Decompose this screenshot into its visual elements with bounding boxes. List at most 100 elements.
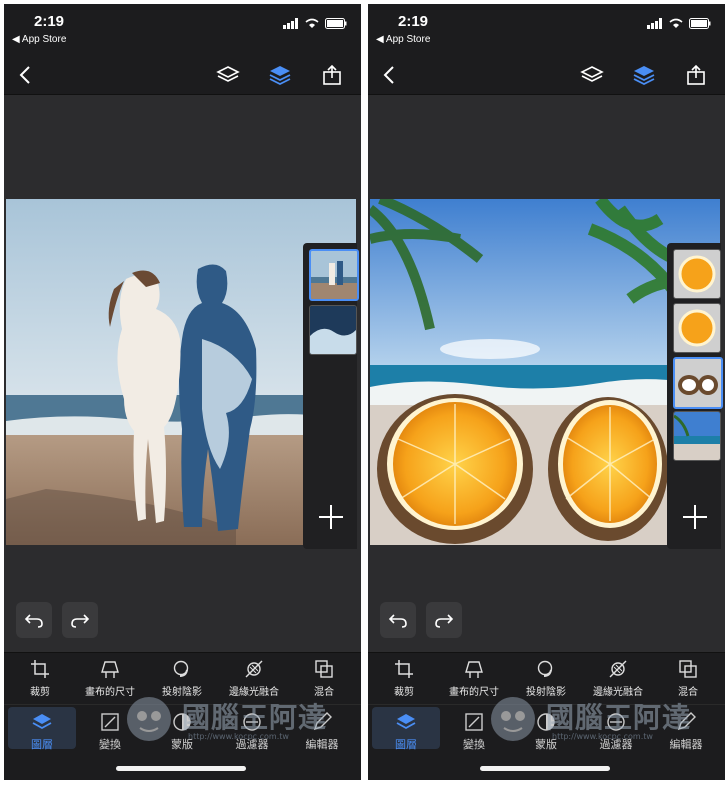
back-chevron-icon[interactable] bbox=[376, 62, 402, 88]
tool-canvas-size-label: 畫布的尺寸 bbox=[449, 687, 499, 698]
tab-mask-label: 蒙版 bbox=[535, 739, 557, 751]
tab-mask-label: 蒙版 bbox=[171, 739, 193, 751]
tab-editor[interactable]: 編輯器 bbox=[292, 711, 352, 752]
layer-thumb-coconut[interactable] bbox=[673, 357, 723, 409]
phone-screen-left: 2:19 ◀ App Store 裁剪 畫布的尺寸 投射陰影 邊緣光融合 混合 … bbox=[4, 4, 361, 780]
back-to-app-store-link[interactable]: ◀ App Store bbox=[376, 34, 430, 45]
drop-shadow-icon bbox=[173, 660, 189, 677]
nav-bar bbox=[4, 56, 361, 95]
tab-transform[interactable]: 變換 bbox=[80, 711, 140, 752]
tool-blend[interactable]: 混合 bbox=[288, 659, 360, 698]
tool-canvas-size[interactable]: 畫布的尺寸 bbox=[74, 659, 146, 698]
tab-editor-label: 編輯器 bbox=[305, 739, 339, 751]
tab-filter[interactable]: 過濾器 bbox=[586, 711, 646, 752]
canvas-size-icon bbox=[465, 661, 483, 678]
edge-blend-icon bbox=[609, 660, 627, 678]
tool-crop-label: 裁剪 bbox=[394, 687, 414, 698]
tool-drop-shadow-label: 投射陰影 bbox=[526, 687, 566, 698]
system-icons bbox=[647, 18, 711, 29]
layers-icon bbox=[32, 714, 52, 730]
edit-toolbar: 裁剪 畫布的尺寸 投射陰影 邊緣光融合 混合 bbox=[368, 652, 725, 705]
layer-thumb-couple[interactable] bbox=[309, 249, 359, 301]
redo-icon bbox=[435, 614, 454, 628]
nav-bar bbox=[368, 56, 725, 95]
tab-layers-label: 圖層 bbox=[31, 739, 53, 751]
tab-filter-label: 過濾器 bbox=[599, 739, 633, 751]
tool-drop-shadow[interactable]: 投射陰影 bbox=[146, 659, 218, 698]
home-indicator[interactable] bbox=[480, 766, 610, 771]
add-layer-plus-icon[interactable] bbox=[313, 499, 349, 535]
undo-icon bbox=[24, 614, 43, 628]
mask-icon bbox=[173, 713, 191, 731]
tab-editor-label: 編輯器 bbox=[669, 739, 703, 751]
wifi-icon bbox=[669, 18, 683, 28]
tab-layers[interactable]: 圖層 bbox=[12, 711, 72, 752]
add-layer-plus-icon[interactable] bbox=[677, 499, 713, 535]
layer-thumb-beach[interactable] bbox=[673, 411, 721, 461]
edit-toolbar: 裁剪 畫布的尺寸 投射陰影 邊緣光融合 混合 bbox=[4, 652, 361, 705]
layers-panel-icon[interactable] bbox=[267, 62, 293, 88]
tool-blend-label: 混合 bbox=[314, 687, 334, 698]
back-to-app-store-link[interactable]: ◀ App Store bbox=[12, 34, 66, 45]
share-icon[interactable] bbox=[683, 62, 709, 88]
battery-icon bbox=[689, 18, 711, 29]
tab-layers-label: 圖層 bbox=[395, 739, 417, 751]
canvas-area[interactable] bbox=[4, 95, 361, 565]
tool-edge-blend-label: 邊緣光融合 bbox=[593, 687, 643, 698]
tool-canvas-size-label: 畫布的尺寸 bbox=[85, 687, 135, 698]
tool-crop[interactable]: 裁剪 bbox=[368, 659, 440, 698]
undo-button[interactable] bbox=[16, 602, 52, 638]
tool-drop-shadow[interactable]: 投射陰影 bbox=[510, 659, 582, 698]
layer-thumb-orange-1[interactable] bbox=[673, 249, 721, 299]
layers-panel-icon[interactable] bbox=[631, 62, 657, 88]
editor-icon bbox=[677, 712, 696, 731]
filter-icon bbox=[607, 713, 625, 731]
tool-edge-blend-label: 邊緣光融合 bbox=[229, 687, 279, 698]
layers-stack-icon[interactable] bbox=[215, 62, 241, 88]
tool-edge-blend[interactable]: 邊緣光融合 bbox=[582, 659, 654, 698]
blend-icon bbox=[679, 660, 697, 678]
tool-blend[interactable]: 混合 bbox=[652, 659, 724, 698]
crop-icon bbox=[31, 660, 49, 678]
tool-edge-blend[interactable]: 邊緣光融合 bbox=[218, 659, 290, 698]
signal-icon bbox=[283, 18, 298, 29]
tool-crop[interactable]: 裁剪 bbox=[4, 659, 76, 698]
tab-mask[interactable]: 蒙版 bbox=[152, 711, 212, 752]
redo-button[interactable] bbox=[426, 602, 462, 638]
wifi-icon bbox=[305, 18, 319, 28]
share-icon[interactable] bbox=[319, 62, 345, 88]
tab-layers[interactable]: 圖層 bbox=[376, 711, 436, 752]
tab-filter[interactable]: 過濾器 bbox=[222, 711, 282, 752]
tool-blend-label: 混合 bbox=[678, 687, 698, 698]
tab-mask[interactable]: 蒙版 bbox=[516, 711, 576, 752]
canvas-area[interactable] bbox=[368, 95, 725, 565]
battery-icon bbox=[325, 18, 347, 29]
status-time: 2:19 bbox=[398, 13, 429, 30]
tool-drop-shadow-label: 投射陰影 bbox=[162, 687, 202, 698]
layer-thumbnail-strip bbox=[667, 243, 723, 549]
transform-icon bbox=[101, 713, 119, 731]
tab-editor[interactable]: 編輯器 bbox=[656, 711, 716, 752]
tool-canvas-size[interactable]: 畫布的尺寸 bbox=[438, 659, 510, 698]
status-bar: 2:19 ◀ App Store bbox=[4, 4, 361, 56]
home-indicator[interactable] bbox=[116, 766, 246, 771]
tool-crop-label: 裁剪 bbox=[30, 687, 50, 698]
layers-stack-icon[interactable] bbox=[579, 62, 605, 88]
tab-transform-label: 變換 bbox=[99, 739, 121, 751]
crop-icon bbox=[395, 660, 413, 678]
layer-thumb-orange-2[interactable] bbox=[673, 303, 721, 353]
undo-button[interactable] bbox=[380, 602, 416, 638]
mask-icon bbox=[537, 713, 555, 731]
layer-thumb-wave[interactable] bbox=[309, 305, 357, 355]
status-time: 2:19 bbox=[34, 13, 65, 30]
status-bar: 2:19 ◀ App Store bbox=[368, 4, 725, 56]
drop-shadow-icon bbox=[537, 660, 553, 677]
transform-icon bbox=[465, 713, 483, 731]
filter-icon bbox=[243, 713, 261, 731]
canvas-size-icon bbox=[101, 661, 119, 678]
tab-transform[interactable]: 變換 bbox=[444, 711, 504, 752]
back-chevron-icon[interactable] bbox=[12, 62, 38, 88]
redo-button[interactable] bbox=[62, 602, 98, 638]
tab-transform-label: 變換 bbox=[463, 739, 485, 751]
undo-icon bbox=[388, 614, 407, 628]
